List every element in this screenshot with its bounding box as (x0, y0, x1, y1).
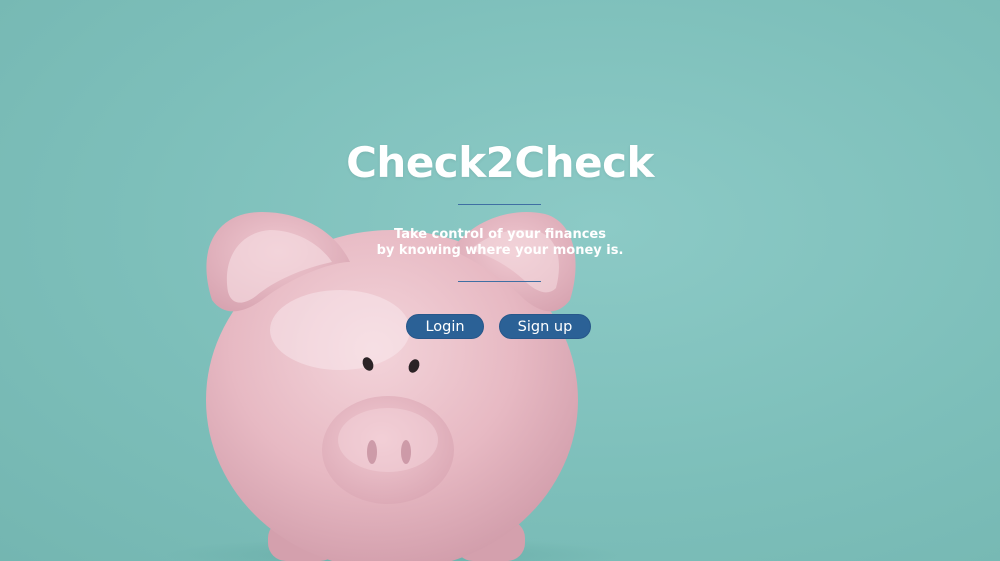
app-title: Check2Check (346, 138, 654, 187)
signup-button[interactable]: Sign up (499, 314, 591, 339)
hero-content: Check2Check Take control of your finance… (0, 0, 1000, 561)
login-button[interactable]: Login (406, 314, 484, 339)
title-divider (458, 204, 541, 205)
tagline-divider (458, 281, 541, 282)
tagline-line-2: by knowing where your money is. (376, 243, 624, 258)
hero-section: Check2Check Take control of your finance… (0, 0, 1000, 561)
tagline-line-1: Take control of your finances (394, 227, 606, 242)
tagline: Take control of your finances by knowing… (0, 227, 1000, 259)
